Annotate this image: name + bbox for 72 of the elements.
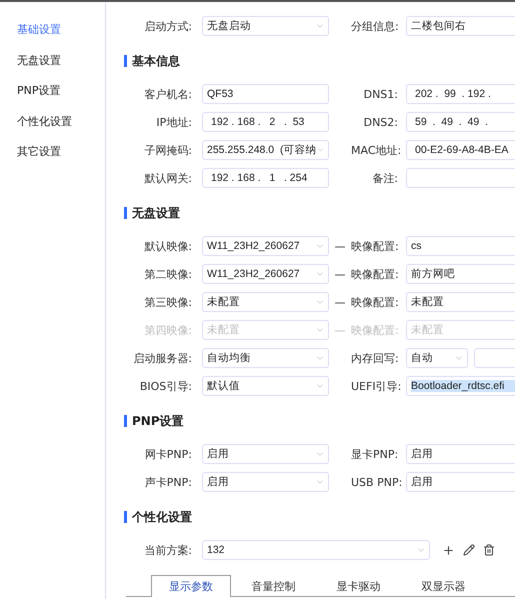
input-field[interactable]: 未配置 [406, 292, 515, 312]
tab[interactable]: 显示参数 [151, 575, 231, 597]
input-field[interactable]: 启用 [406, 444, 515, 464]
field-label: UEFI引导: [351, 378, 398, 394]
dropdown[interactable]: W11_23H2_260627 [202, 264, 329, 284]
dash: — [334, 324, 346, 336]
sidebar-item[interactable]: 无盘设置 [0, 50, 105, 81]
dropdown[interactable]: 自动 [406, 348, 468, 368]
edit-icon[interactable] [463, 544, 475, 556]
dash: — [334, 240, 346, 252]
field-label: 第三映像: [143, 294, 192, 310]
input-field[interactable]: Bootloader_rdtsc.efi [406, 376, 515, 396]
field-label: 启动方式: [143, 18, 192, 34]
section-marker [124, 511, 127, 523]
field-label: 内存回写: [351, 350, 398, 366]
input-field[interactable]: 启用 [406, 472, 515, 492]
field-label: 备注: [371, 170, 398, 186]
field-label: 默认网关: [143, 170, 192, 186]
field-label: 第四映像: [143, 322, 192, 338]
input-field[interactable]: 192 . 168 . 2 . 53 [202, 112, 329, 132]
dropdown[interactable]: 默认值 [202, 376, 329, 396]
field-label: 子网掩码: [143, 142, 192, 158]
field-label: 映像配置: [351, 294, 398, 310]
dropdown[interactable]: W11_23H2_260627 [202, 236, 329, 256]
field-label: 第二映像: [143, 266, 192, 282]
input-field[interactable]: 00-E2-69-A8-4B-EA [406, 140, 515, 160]
field-label: 显卡PNP: [351, 446, 398, 462]
dropdown[interactable]: 无盘启动 [202, 16, 329, 36]
sidebar-item[interactable]: 其它设置 [0, 142, 105, 172]
input-field[interactable]: 前方网吧 [406, 264, 515, 284]
input-field[interactable]: QF53 [202, 84, 329, 104]
field-label: 分组信息: [351, 18, 398, 34]
field-label: MAC地址: [351, 142, 398, 158]
field-label: 映像配置: [351, 238, 398, 254]
section-title: PNP设置 [132, 412, 184, 430]
input-field[interactable]: 192 . 168 . 1 . 254 [202, 168, 329, 188]
field-label: DNS2: [362, 116, 398, 128]
field-label: DNS1: [362, 88, 398, 100]
section-title: 个性化设置 [132, 508, 192, 526]
input-field[interactable]: 202 . 99 . 192 . [406, 84, 515, 104]
dropdown[interactable]: 自动均衡 [202, 348, 329, 368]
field-label: 默认映像: [143, 238, 192, 254]
field-label: 客户机名: [143, 86, 192, 102]
input-field[interactable]: cs [406, 236, 515, 256]
input-field[interactable]: 59 . 49 . 49 . [406, 112, 515, 132]
section-title: 基本信息 [132, 52, 180, 70]
dash: — [334, 268, 346, 280]
dropdown[interactable]: 未配置 [202, 292, 329, 312]
section-marker [124, 207, 127, 219]
sidebar-item[interactable]: PNP设置 [0, 81, 105, 112]
section-marker [124, 55, 127, 67]
dropdown[interactable]: 132 [202, 540, 430, 560]
field-label: 网卡PNP: [144, 446, 192, 462]
field-label: IP地址: [155, 114, 192, 130]
dropdown[interactable]: 启用 [202, 444, 329, 464]
input-field[interactable] [406, 168, 515, 188]
add-icon[interactable] [442, 544, 455, 556]
sidebar-item[interactable]: 个性化设置 [0, 112, 105, 142]
sidebar-item[interactable]: 基础设置 [0, 20, 105, 50]
field-label: 启动服务器: [132, 350, 192, 366]
field-label: 映像配置: [351, 322, 398, 338]
trash-icon[interactable] [483, 544, 495, 556]
input-field[interactable]: 二楼包间右 [406, 16, 515, 36]
field-label: 映像配置: [351, 266, 398, 282]
field-label: 当前方案: [143, 542, 192, 558]
field-label: BIOS引导: [138, 378, 192, 394]
dropdown[interactable]: 启用 [202, 472, 329, 492]
dash: — [334, 296, 346, 308]
section-title: 无盘设置 [132, 204, 180, 222]
dropdown[interactable]: 255.255.248.0 (可容纳 [202, 140, 329, 160]
field-label: 声卡PNP: [144, 474, 192, 490]
section-marker [124, 415, 127, 427]
